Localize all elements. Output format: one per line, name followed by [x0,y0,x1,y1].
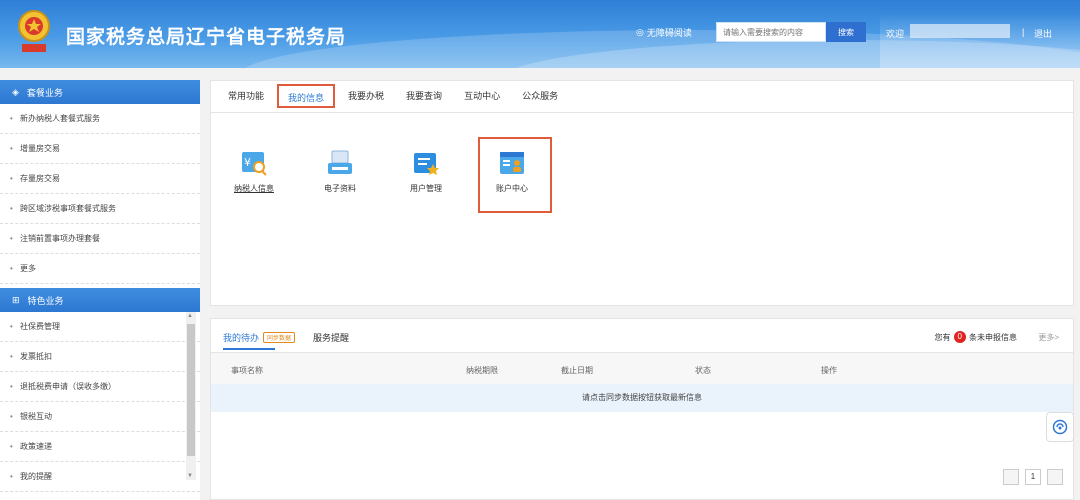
pending-notice: 您有 0 条未申报信息 [935,331,1017,343]
logout-link[interactable]: 退出 [1034,27,1052,40]
assistant-icon [1052,419,1068,435]
sidebar-item[interactable]: 银税互动 [0,402,200,432]
column-header: 操作 [821,366,837,375]
func-label: 用户管理 [410,184,442,193]
sidebar-item[interactable]: 社保费管理 [0,312,200,342]
taxpayer-info-icon: ¥ [242,152,267,176]
func-label: 电子资料 [324,184,356,193]
prev-page-button[interactable] [1003,469,1019,485]
scroll-down-icon[interactable]: ▼ [187,473,193,479]
func-electronic-data[interactable]: 电子资料 [305,149,375,209]
tab-public-service[interactable]: 公众服务 [513,84,567,108]
accessible-reading-label: 无障碍阅读 [646,28,692,38]
sidebar-item[interactable]: 发票抵扣 [0,342,200,372]
active-tab-underline [223,348,275,350]
header-skyline [880,14,1080,68]
column-header: 截止日期 [561,366,593,375]
user-management-icon [414,153,439,175]
sidebar-item[interactable]: 新办纳税人套餐式服务 [0,104,200,134]
tax-emblem-icon [18,10,50,52]
sidebar-item[interactable]: 注销前置事项办理套餐 [0,224,200,254]
func-user-management[interactable]: 用户管理 [391,149,461,209]
main-tabs: 常用功能 我的信息 我要办税 我要查询 互动中心 公众服务 [219,84,571,112]
todo-panel: 我的待办 同步数据 服务提醒 您有 0 条未申报信息 更多> 事项名称 纳税期限… [210,318,1074,500]
func-taxpayer-info[interactable]: ¥ 纳税人信息 [219,149,289,209]
header-separator: | [1022,27,1025,37]
next-page-button[interactable] [1047,469,1063,485]
scroll-up-icon[interactable]: ▲ [187,313,193,319]
sidebar-item[interactable]: 政策速递 [0,432,200,462]
tab-my-info[interactable]: 我的信息 [277,84,336,108]
tab-my-todo[interactable]: 我的待办 [223,331,259,344]
tab-common-functions[interactable]: 常用功能 [219,84,273,108]
column-header: 纳税期限 [466,366,498,375]
search-button[interactable]: 搜索 [826,22,866,42]
sidebar-section-title: 套餐业务 [26,87,63,98]
sidebar-item[interactable]: 我的提醒 [0,462,200,492]
site-title: 国家税务总局辽宁省电子税务局 [66,27,347,48]
pending-suffix: 条未申报信息 [969,332,1017,342]
sidebar-scroll-area: 社保费管理 发票抵扣 退抵税费申请（误收多缴） 银税互动 政策速递 我的提醒 ▲… [0,312,200,492]
pending-count-badge: 0 [953,331,966,343]
todo-table-header: 事项名称 纳税期限 截止日期 状态 操作 [211,352,1073,384]
tab-query[interactable]: 我要查询 [397,84,451,108]
sidebar-item[interactable]: 增量房交易 [0,134,200,164]
svg-text:¥: ¥ [244,156,251,169]
accessible-reading-link[interactable]: ◎ 无障碍阅读 [636,26,692,39]
sidebar-item[interactable]: 存量房交易 [0,164,200,194]
sidebar-section-title: 特色业务 [27,295,64,306]
column-header: 状态 [695,366,711,375]
cube-icon: ◈ [12,86,19,97]
tab-tax-handling[interactable]: 我要办税 [339,84,393,108]
sidebar-item-more[interactable]: 更多 [0,254,200,284]
sidebar-item[interactable]: 跨区域涉税事项套餐式服务 [0,194,200,224]
tab-service-reminder[interactable]: 服务提醒 [313,331,349,344]
page-number[interactable]: 1 [1025,469,1041,485]
more-link[interactable]: 更多> [1038,332,1059,343]
site-header: 国家税务总局辽宁省电子税务局 ◎ 无障碍阅读 搜索 欢迎 | 退出 [0,0,1080,68]
sidebar-section-special[interactable]: ⊞ 特色业务 [0,288,200,312]
search-input[interactable] [716,22,826,42]
highlight-account-center [478,137,552,213]
tab-interaction-center[interactable]: 互动中心 [455,84,509,108]
grid-icon: ⊞ [12,294,20,305]
eye-icon: ◎ [636,27,644,37]
scrollbar-thumb[interactable] [187,324,195,456]
sync-data-button[interactable]: 同步数据 [263,332,296,343]
func-label: 纳税人信息 [234,184,274,193]
sidebar-item[interactable]: 退抵税费申请（误收多缴） [0,372,200,402]
pending-prefix: 您有 [934,332,951,342]
todo-tabs: 我的待办 同步数据 服务提醒 [223,331,349,344]
sidebar: ◈ 套餐业务 新办纳税人套餐式服务 增量房交易 存量房交易 跨区域涉税事项套餐式… [0,80,200,500]
electronic-data-icon [328,150,352,174]
tabs-divider [211,112,1073,113]
empty-message: 请点击同步数据按钮获取最新信息 [211,384,1073,412]
my-info-panel: 常用功能 我的信息 我要办税 我要查询 互动中心 公众服务 ¥ 纳税人信息 电子… [210,80,1074,306]
welcome-text: 欢迎 [886,29,905,39]
column-header: 事项名称 [231,366,263,375]
sidebar-scrollbar[interactable]: ▲ ▼ [186,312,196,480]
sidebar-section-package[interactable]: ◈ 套餐业务 [0,80,200,104]
username-redacted [910,24,1010,38]
floating-assistant-button[interactable] [1046,412,1074,442]
